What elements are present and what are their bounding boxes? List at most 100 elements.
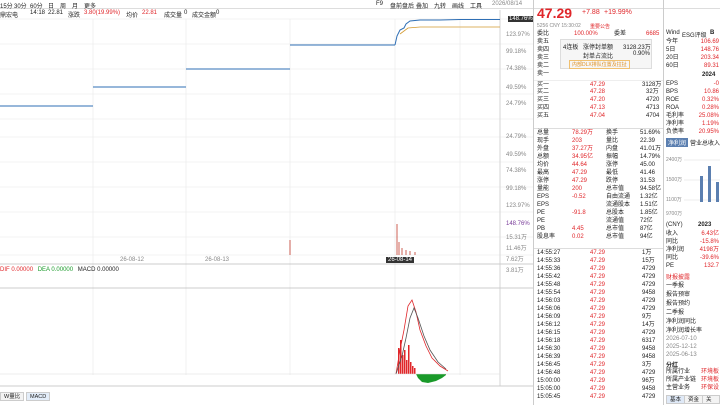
report-item[interactable]: 净利润增长率 [666,325,702,334]
tick-row[interactable]: 14:56:18 47.29 6317 [534,337,664,345]
tick-row[interactable]: 14:55:27 47.29 1万 [534,249,664,257]
axis-label-vol: 15.31万 [506,235,528,241]
tick-row[interactable]: 14:56:48 47.29 4729 [534,369,664,377]
tick-price: 47.29 [590,386,606,392]
info-value: 89.31 [703,63,719,69]
tick-row[interactable]: 14:55:54 47.29 9458 [534,289,664,297]
tick-row[interactable]: 14:56:09 47.29 9万 [534,313,664,321]
stat-value: 200 [572,186,583,192]
report-item[interactable]: 净利润同比 [666,316,696,325]
tick-row[interactable]: 14:56:45 47.29 3万 [534,361,664,369]
stat-value: 45.00 [640,162,656,168]
tick-volume: 4729 [642,282,656,288]
stat-label: 总市值 [606,234,625,240]
axis-label: 74.38% [506,168,527,174]
bid-volume: 4720 [646,97,660,103]
report-date: 2025-06-13 [666,352,697,358]
bid-volume: 4713 [646,105,660,111]
stats-row: 总额 34.95亿 振幅 14.79% [534,153,664,161]
tick-volume: 9458 [642,346,656,352]
info-value: 1.19% [701,121,719,127]
bid-price: 47.28 [590,89,606,95]
info-value: 环境板 [700,377,719,383]
info-value: 203.34 [700,55,719,61]
ask-label: 卖五 [537,39,550,45]
stat-label: EPS [537,202,550,208]
tick-row[interactable]: 14:55:42 47.29 4729 [534,273,664,281]
info-value: 106.69 [700,39,719,45]
info-label: 所属产业链 [666,377,697,383]
bid-volume: 4704 [646,113,660,119]
stat-label: 流通股本 [606,202,631,208]
axis-label: 123.97% [506,32,530,38]
stat-value: 1.51亿 [640,202,658,208]
stats-row: 总量 78.29万 换手 51.69% [534,129,664,137]
ratio-value: 100.00% [574,31,598,37]
info-value: 环保设 [700,385,719,391]
tick-row[interactable]: 14:56:15 47.29 4729 [534,329,664,337]
tab-macd[interactable]: MACD [26,392,51,401]
tab-related[interactable]: 关联 [702,395,720,404]
stats-row: PE 流通值 72亿 [534,217,664,225]
info-value: -0 [713,81,719,87]
stat-label: 换手 [606,130,619,136]
popup-highlight[interactable]: 内部DLX排队位置及拉扯 [569,60,630,69]
info-row: 净利润 4198万 [664,246,720,254]
tab-wind[interactable]: Wind [666,30,680,36]
report-item[interactable]: 二季报 [666,307,684,316]
info-label: 负债率 [666,129,685,135]
stat-label: 涨停 [537,178,550,184]
tab-b[interactable]: B [710,30,714,36]
stat-label: 量能 [537,186,550,192]
stat-value: 94亿 [640,234,653,240]
bid-price: 47.13 [590,105,606,111]
tick-price: 47.29 [590,258,606,264]
tab-basic[interactable]: 基本 [666,395,686,404]
tick-row[interactable]: 15:00:00 47.29 96万 [534,377,664,385]
stat-label: 量比 [606,138,619,144]
stat-label: 总额 [537,154,550,160]
tab-volume-ratio[interactable]: W量比 [0,392,25,401]
info-row: ROA 0.28% [664,104,720,112]
tick-row[interactable]: 14:56:30 47.29 9458 [534,345,664,353]
tick-row[interactable]: 14:56:39 47.29 9458 [534,353,664,361]
info-label: 同比 [666,239,679,245]
stat-value: 87亿 [640,226,653,232]
tick-time: 15:00:00 [537,378,561,384]
tick-time: 14:55:27 [537,250,561,256]
stat-value: 78.29万 [572,130,594,136]
tab-funds[interactable]: 资金 [684,395,704,404]
axis-label: 99.18% [506,186,527,192]
bid-row[interactable]: 买一 47.29 3128万 [534,80,664,88]
price-chart[interactable] [0,0,533,405]
tick-time: 14:56:03 [537,298,561,304]
tick-row[interactable]: 14:56:12 47.29 14万 [534,321,664,329]
macd-legend: DIF 0.00000 DEA 0.00000 MACD 0.00000 [0,267,119,273]
tick-row[interactable]: 14:56:03 47.29 4729 [534,297,664,305]
tick-price: 47.29 [590,394,606,400]
info-value: 环境板 [700,369,719,375]
tick-row[interactable]: 14:55:33 47.29 15万 [534,257,664,265]
tick-price: 47.29 [590,378,606,384]
report-item[interactable]: 一季报 [666,280,684,289]
stat-value: 47.29 [572,170,588,176]
tick-volume: 96万 [642,378,655,384]
info-value: 10.86 [703,89,719,95]
tick-row[interactable]: 15:05:45 47.29 4729 [534,393,664,401]
tick-row[interactable]: 14:56:06 47.29 4729 [534,305,664,313]
report-item[interactable]: 报告预审 [666,289,690,298]
tick-price: 47.29 [590,354,606,360]
info-label: 5日 [666,47,676,53]
report-item[interactable]: 报告预约 [666,298,690,307]
stats-row: 量能 200 总市值 94.58亿 [534,185,664,193]
announcement-badge[interactable]: 重要公告 [590,23,610,30]
tick-row[interactable]: 14:55:36 47.29 4729 [534,265,664,273]
stat-value: 72亿 [640,218,653,224]
popup-seal-value: 3128.23万 [623,45,651,51]
tick-row[interactable]: 15:05:00 47.29 9458 [534,385,664,393]
info-label: 毛利率 [666,113,685,119]
info-label: 主营业务 [666,385,691,391]
tick-volume: 6317 [642,338,656,344]
bid-price: 47.04 [590,113,606,119]
tick-row[interactable]: 14:55:48 47.29 4729 [534,281,664,289]
